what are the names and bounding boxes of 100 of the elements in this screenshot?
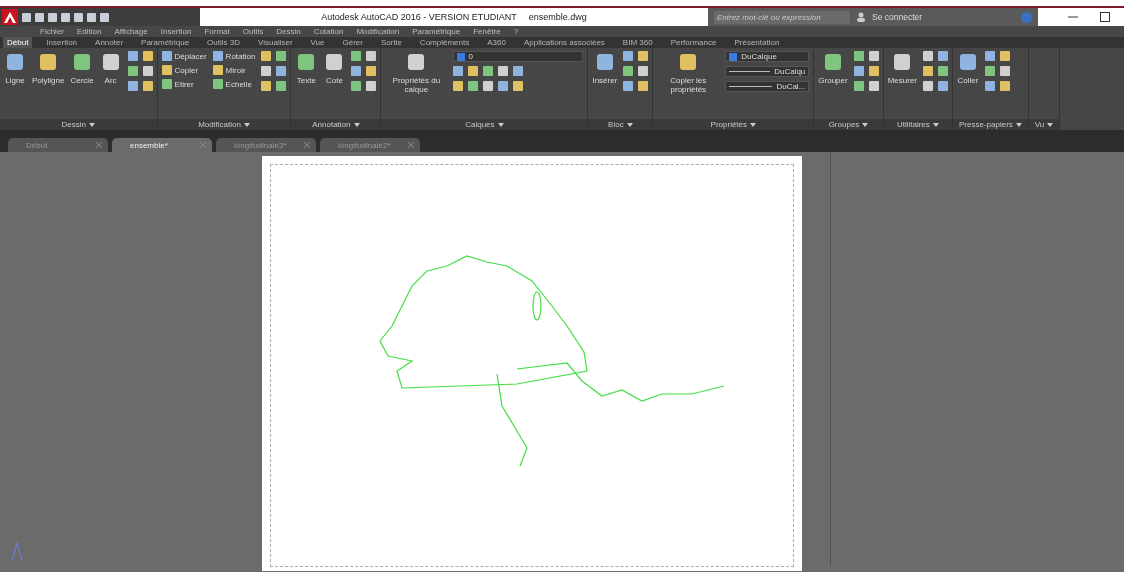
ribbon-tab[interactable]: Gérer	[338, 37, 367, 48]
property-dropdown[interactable]: DuCalqu	[725, 66, 810, 77]
panel-title[interactable]: Calques	[381, 119, 588, 130]
panel-title[interactable]: Modification	[157, 119, 291, 130]
ribbon-tab[interactable]: Vue	[306, 37, 329, 48]
tool-icon[interactable]	[468, 81, 479, 91]
tool-icon[interactable]	[868, 51, 879, 61]
tool-icon[interactable]	[261, 51, 272, 61]
panel-title[interactable]: Presse-papiers	[953, 119, 1028, 130]
tool-icon[interactable]	[127, 51, 138, 61]
tool-button[interactable]: Texte	[295, 51, 318, 85]
tool-icon[interactable]	[276, 81, 287, 91]
tool-icon[interactable]	[638, 81, 649, 91]
menu-item[interactable]: Dessin	[276, 27, 301, 36]
tool-icon[interactable]	[868, 81, 879, 91]
menu-item[interactable]: Affichage	[114, 27, 148, 36]
tool-icon[interactable]	[513, 66, 524, 76]
tool-icon[interactable]	[513, 81, 524, 91]
search-field[interactable]: Entrez mot-clé ou expression	[714, 10, 850, 24]
tool-icon[interactable]	[638, 51, 649, 61]
panel-title[interactable]: Vu	[1028, 119, 1060, 130]
tool-button[interactable]: Propriétés du calque	[385, 51, 448, 94]
panel-title[interactable]: Utilitaires	[883, 119, 952, 130]
tool-icon[interactable]	[142, 66, 153, 76]
tool-button[interactable]: Polyligne	[32, 51, 65, 85]
tool-icon[interactable]	[623, 51, 634, 61]
layer-dropdown[interactable]: 0	[453, 51, 584, 62]
tool-button[interactable]: Déplacer	[161, 51, 207, 61]
tool-icon[interactable]	[127, 81, 138, 91]
tool-button[interactable]: Etirer	[161, 79, 207, 89]
ribbon-tab[interactable]: Compléments	[415, 37, 474, 48]
tool-icon[interactable]	[623, 81, 634, 91]
menu-item[interactable]: Cotation	[313, 27, 344, 36]
tool-icon[interactable]	[868, 66, 879, 76]
tool-button[interactable]: Cercle	[70, 51, 94, 85]
tool-icon[interactable]	[853, 51, 864, 61]
tool-button[interactable]: Coller	[957, 51, 979, 85]
tool-icon[interactable]	[453, 66, 464, 76]
maximize-icon[interactable]	[1100, 12, 1110, 22]
menu-item[interactable]: Format	[204, 27, 230, 36]
menu-item[interactable]: Fichier	[40, 27, 64, 36]
tool-icon[interactable]	[351, 66, 362, 76]
tool-button[interactable]: Insérer	[592, 51, 618, 85]
tool-icon[interactable]	[351, 81, 362, 91]
tool-button[interactable]: Mesurer	[887, 51, 917, 85]
tool-icon[interactable]	[853, 66, 864, 76]
tool-icon[interactable]	[468, 66, 479, 76]
menu-item[interactable]: Outils	[242, 27, 264, 36]
tool-button[interactable]: Grouper	[818, 51, 848, 85]
menu-item[interactable]: Modification	[356, 27, 400, 36]
tool-icon[interactable]	[261, 66, 272, 76]
tool-icon[interactable]	[366, 51, 377, 61]
tool-icon[interactable]	[142, 81, 153, 91]
menu-item[interactable]: Fenêtre	[473, 27, 501, 36]
ribbon-tab[interactable]: Outils 3D	[203, 37, 244, 48]
tool-button[interactable]: Miroir	[212, 65, 256, 75]
tool-icon[interactable]	[351, 51, 362, 61]
menu-item[interactable]: Insertion	[160, 27, 192, 36]
tool-icon[interactable]	[276, 66, 287, 76]
file-tab[interactable]: ensemble*	[112, 138, 212, 152]
ribbon-tab[interactable]: Présentation	[730, 37, 784, 48]
tool-icon[interactable]	[127, 66, 138, 76]
ribbon-tab[interactable]: Applications associées	[519, 37, 609, 48]
tool-icon[interactable]	[623, 66, 634, 76]
tool-button[interactable]: Arc	[99, 51, 122, 85]
property-dropdown[interactable]: DuCalque	[725, 51, 810, 62]
menu-item[interactable]: Edition	[77, 27, 102, 36]
menu-item[interactable]: Paramétrique	[412, 27, 461, 36]
menu-item[interactable]: ?	[513, 27, 519, 36]
tool-button[interactable]: Copier	[161, 65, 207, 75]
tool-icon[interactable]	[498, 66, 509, 76]
tool-icon[interactable]	[498, 81, 509, 91]
tool-button[interactable]: Rotation	[212, 51, 256, 61]
ribbon-tab[interactable]: A360	[483, 37, 510, 48]
tool-icon[interactable]	[853, 81, 864, 91]
tool-icon[interactable]	[483, 66, 494, 76]
tool-icon[interactable]	[638, 66, 649, 76]
app-logo-icon[interactable]	[2, 9, 18, 25]
tool-button[interactable]: Ligne	[4, 51, 26, 85]
tool-icon[interactable]	[453, 81, 464, 91]
sign-in-button[interactable]: Se connecter	[872, 12, 923, 22]
ribbon-tab[interactable]: Annoter	[91, 37, 128, 48]
tool-icon[interactable]	[276, 51, 287, 61]
panel-title[interactable]: Propriétés	[653, 119, 814, 130]
tool-button[interactable]: Copier les propriétés	[657, 51, 720, 94]
ribbon-tab[interactable]: Visualiser	[254, 37, 297, 48]
ribbon-tab[interactable]: Paramétrique	[137, 37, 194, 48]
panel-title[interactable]: Dessin	[0, 119, 157, 130]
property-dropdown[interactable]: DuCal...	[725, 81, 810, 92]
ribbon-tab[interactable]: Sortie	[376, 37, 406, 48]
tool-icon[interactable]	[366, 81, 377, 91]
tool-button[interactable]: Echelle	[212, 79, 256, 89]
ribbon-tab[interactable]: Insertion	[42, 37, 82, 48]
tool-icon[interactable]	[483, 81, 494, 91]
panel-title[interactable]: Bloc	[588, 119, 653, 130]
ribbon-tab[interactable]: Début	[3, 37, 33, 48]
panel-title[interactable]: Annotation	[291, 119, 381, 130]
ribbon-tab[interactable]: Performance	[666, 37, 721, 48]
tool-icon[interactable]	[142, 51, 153, 61]
panel-title[interactable]: Groupes	[814, 119, 883, 130]
